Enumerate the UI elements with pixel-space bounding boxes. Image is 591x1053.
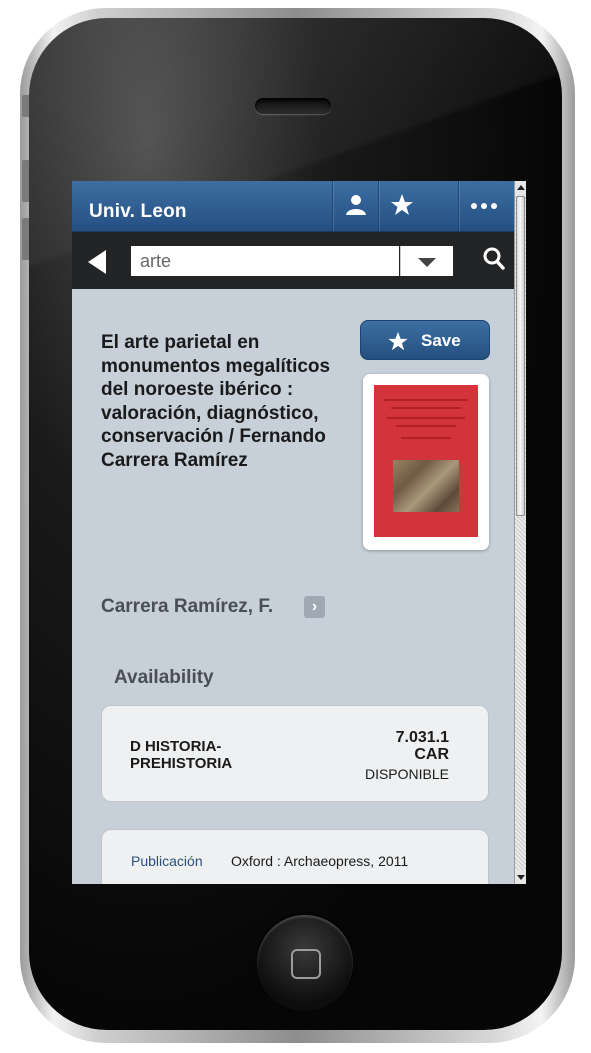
holding-details: 7.031.1 CAR DISPONIBLE bbox=[365, 729, 449, 782]
person-icon bbox=[346, 195, 366, 215]
scroll-down-button[interactable] bbox=[515, 870, 526, 884]
search-icon bbox=[483, 247, 505, 270]
app-title: Univ. Leon bbox=[89, 201, 187, 222]
ellipsis-icon bbox=[471, 203, 497, 209]
top-bar: Univ. Leon bbox=[72, 181, 514, 232]
holding-location-line: D HISTORIA- bbox=[130, 738, 222, 755]
earpiece-speaker bbox=[255, 98, 331, 114]
save-button-label: Save bbox=[421, 331, 461, 350]
cover-text-line bbox=[391, 407, 461, 409]
star-icon bbox=[388, 331, 408, 351]
chevron-right-icon[interactable]: › bbox=[304, 596, 325, 618]
favorites-button[interactable] bbox=[378, 181, 425, 231]
call-number: 7.031.1 bbox=[395, 729, 449, 746]
cover-text-line bbox=[401, 437, 451, 439]
account-button[interactable] bbox=[332, 181, 379, 231]
back-arrow-icon[interactable] bbox=[88, 250, 106, 274]
holding-location: D HISTORIA- PREHISTORIA bbox=[130, 738, 232, 772]
book-cover-thumbnail[interactable] bbox=[363, 374, 489, 550]
scrollbar[interactable] bbox=[514, 181, 526, 884]
cover-text-line bbox=[396, 425, 456, 427]
publication-value: Oxford : Archaeopress, 2011 bbox=[231, 853, 409, 869]
save-button[interactable]: Save bbox=[360, 320, 490, 360]
cover-text-line bbox=[384, 399, 468, 401]
screen: Univ. Leon El arte par bbox=[72, 181, 526, 884]
book-cover-image bbox=[374, 385, 478, 537]
record-title: El arte parietal en monumentos megalític… bbox=[101, 332, 331, 471]
details-card: Publicación Oxford : Archaeopress, 2011 bbox=[101, 829, 489, 884]
more-button[interactable] bbox=[458, 181, 505, 231]
status-badge: DISPONIBLE bbox=[364, 766, 449, 782]
cover-photo bbox=[393, 460, 459, 512]
home-square-icon bbox=[291, 949, 321, 979]
publication-label: Publicación bbox=[131, 853, 203, 869]
holding-location-line: PREHISTORIA bbox=[130, 755, 233, 772]
scroll-thumb[interactable] bbox=[516, 196, 525, 516]
scroll-up-button[interactable] bbox=[515, 181, 526, 195]
search-button[interactable] bbox=[482, 246, 506, 272]
home-button[interactable] bbox=[257, 915, 353, 1011]
chevron-down-icon bbox=[418, 258, 436, 267]
star-icon bbox=[391, 194, 413, 215]
search-scope-dropdown[interactable] bbox=[400, 246, 453, 276]
availability-heading: Availability bbox=[114, 667, 214, 688]
author-link[interactable]: Carrera Ramírez, F. bbox=[101, 596, 273, 618]
search-bar bbox=[72, 232, 514, 289]
arrow-up-icon bbox=[517, 185, 525, 190]
availability-item[interactable]: D HISTORIA- PREHISTORIA 7.031.1 CAR DISP… bbox=[101, 705, 489, 802]
arrow-down-icon bbox=[517, 875, 525, 880]
call-number-suffix: CAR bbox=[414, 746, 449, 763]
cover-text-line bbox=[387, 417, 465, 419]
search-input[interactable] bbox=[131, 246, 399, 276]
